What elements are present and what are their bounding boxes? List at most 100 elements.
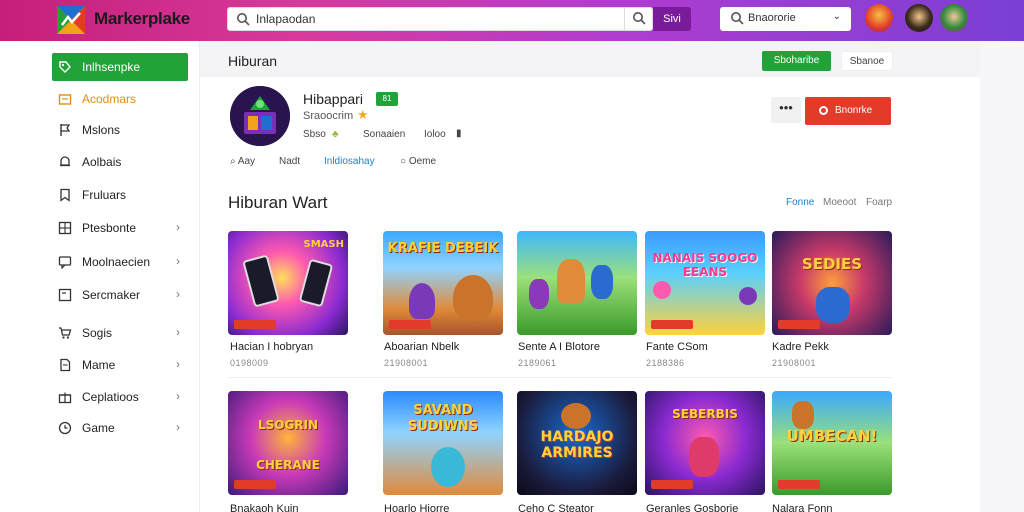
follow-label: Bnonrke	[835, 105, 873, 116]
tab-3[interactable]: ○ Oeme	[400, 156, 436, 167]
cart-icon	[59, 327, 72, 339]
card-title-0[interactable]: Hacian I hobryan	[230, 341, 313, 353]
follow-icon	[819, 106, 828, 115]
tab-2[interactable]: Inldiosahay	[324, 156, 375, 167]
notifications-avatar[interactable]	[865, 4, 893, 32]
row-divider	[228, 377, 892, 378]
game-card-8[interactable]: SEBERBIS	[645, 391, 765, 495]
sidebar-item-1[interactable]: Acodmars	[52, 85, 188, 113]
brand-name[interactable]: Markerplake	[94, 9, 190, 29]
card-title-8[interactable]: Geranles Gosborie	[646, 503, 738, 512]
card-title-5[interactable]: Bnakaoh Kuin	[230, 503, 299, 512]
marketplace-logo-icon[interactable]	[56, 5, 86, 35]
card-badge	[651, 480, 693, 489]
card-art-text: SMASH	[303, 239, 344, 250]
card-title-9[interactable]: Nalara Fonn	[772, 503, 833, 512]
header-secondary-button[interactable]: Sbanoe	[841, 51, 893, 71]
region-select[interactable]: Bnaororie ⌄	[720, 7, 851, 31]
tab-1[interactable]: Nadt	[279, 156, 300, 167]
sidebar-item-label: Inlhsenpke	[82, 60, 141, 74]
candy-game-icon	[739, 287, 757, 305]
sidebar-item-label: Aolbais	[82, 155, 122, 169]
verified-badge: 81	[376, 92, 398, 106]
card-title-7[interactable]: Ceho C Steator	[518, 503, 594, 512]
tag-icon	[59, 61, 71, 73]
chevron-right-icon: ›	[176, 357, 180, 371]
sidebar-item-label: Ptesbonte	[82, 221, 137, 235]
sidebar-item-0[interactable]: Inlhsenpke	[52, 53, 188, 81]
card-title-4[interactable]: Kadre Pekk	[772, 341, 829, 353]
sidebar-item-2[interactable]: Mslons	[52, 116, 188, 144]
game-card-4[interactable]: SEDIES	[772, 231, 892, 335]
chat-icon	[58, 256, 72, 269]
user-avatar[interactable]	[940, 4, 968, 32]
messages-avatar[interactable]	[905, 4, 933, 32]
card-art-text: HARDAJO ARMIRES	[540, 429, 614, 461]
store-name: Hibappari	[303, 91, 363, 107]
section-link-1[interactable]: Moeoot	[823, 197, 856, 208]
follow-button[interactable]: Bnonrke	[805, 97, 891, 125]
card-title-6[interactable]: Hoarlo Hiorre	[384, 503, 449, 512]
game-card-5[interactable]: LSOGRIN CHERANE	[228, 391, 348, 495]
sidebar-item-5[interactable]: Ptesbonte ›	[52, 214, 188, 242]
sidebar-item-8[interactable]: Sogis ›	[52, 319, 188, 347]
card-art-text: SAVAND SUDIWNS	[407, 403, 479, 434]
flag-icon	[60, 124, 71, 136]
character-icon	[591, 265, 613, 299]
sidebar-item-label: Game	[82, 421, 115, 435]
section-link-2[interactable]: Foarp	[866, 197, 892, 208]
card-art-text: SEDIES	[801, 255, 863, 273]
more-options-button[interactable]: •••	[771, 97, 801, 123]
phone-game-icon	[242, 254, 280, 308]
card-title-2[interactable]: Sente A I Blotore	[518, 341, 600, 353]
game-card-3[interactable]: NANAIS SOOGO EEANS	[645, 231, 765, 335]
sidebar-item-7[interactable]: Sercmaker ›	[52, 281, 188, 309]
store-avatar[interactable]	[230, 86, 290, 146]
monster-game-icon	[431, 447, 465, 487]
sidebar-item-label: Acodmars	[82, 92, 137, 106]
doc-icon	[60, 358, 71, 372]
card-title-3[interactable]: Fante CSom	[646, 341, 708, 353]
store-logo-icon	[230, 86, 290, 146]
search-icon	[633, 12, 646, 25]
sidebar-item-11[interactable]: Game ›	[52, 414, 188, 442]
tab-label: Oeme	[408, 156, 437, 167]
sidebar-item-9[interactable]: Mame ›	[52, 351, 188, 379]
gift-icon	[58, 392, 72, 404]
adventure-game-icon	[557, 259, 585, 303]
bookmark-icon	[60, 188, 70, 202]
sidebar-item-label: Ceplatioos	[82, 390, 139, 404]
header-primary-button[interactable]: Sboharibe	[762, 51, 831, 71]
tab-0[interactable]: ⌕ Aay	[230, 156, 255, 167]
warrior-game-icon	[792, 401, 814, 429]
grid-icon	[58, 221, 72, 235]
sidebar-item-label: Moolnaecien	[82, 255, 151, 269]
card-meta-3: 2188386	[646, 358, 685, 368]
sidebar-item-6[interactable]: Moolnaecien ›	[52, 248, 188, 276]
character-icon	[409, 283, 435, 319]
game-card-9[interactable]: UMBECAN!	[772, 391, 892, 495]
search-submit-button[interactable]	[624, 7, 652, 31]
game-card-2[interactable]	[517, 231, 637, 335]
search-box[interactable]: Inlapaodan	[227, 7, 653, 31]
card-badge	[778, 320, 820, 329]
card-badge	[234, 480, 276, 489]
sidebar-item-4[interactable]: Fruluars	[52, 181, 188, 209]
game-card-0[interactable]: SMASH	[228, 231, 348, 335]
card-title-1[interactable]: Aboarian Nbelk	[384, 341, 459, 353]
card-meta-1: 21908001	[384, 358, 429, 368]
folder-icon	[58, 94, 72, 105]
card-art-text: SEBERBIS	[672, 407, 738, 421]
sidebar-item-10[interactable]: Ceplatioos ›	[52, 383, 188, 411]
search-button[interactable]: Sivi	[653, 7, 691, 31]
game-card-6[interactable]: SAVAND SUDIWNS	[383, 391, 503, 495]
bear-game-icon	[453, 275, 493, 321]
game-card-1[interactable]: KRAFIE DEBEIK	[383, 231, 503, 335]
card-badge	[651, 320, 693, 329]
section-link-0[interactable]: Fonne	[786, 197, 814, 208]
search-input[interactable]: Inlapaodan	[256, 12, 315, 26]
card-meta-0: 0198009	[230, 358, 269, 368]
region-value: Bnaororie	[748, 12, 796, 24]
sidebar-item-3[interactable]: Aolbais	[52, 148, 188, 176]
game-card-7[interactable]: HARDAJO ARMIRES	[517, 391, 637, 495]
